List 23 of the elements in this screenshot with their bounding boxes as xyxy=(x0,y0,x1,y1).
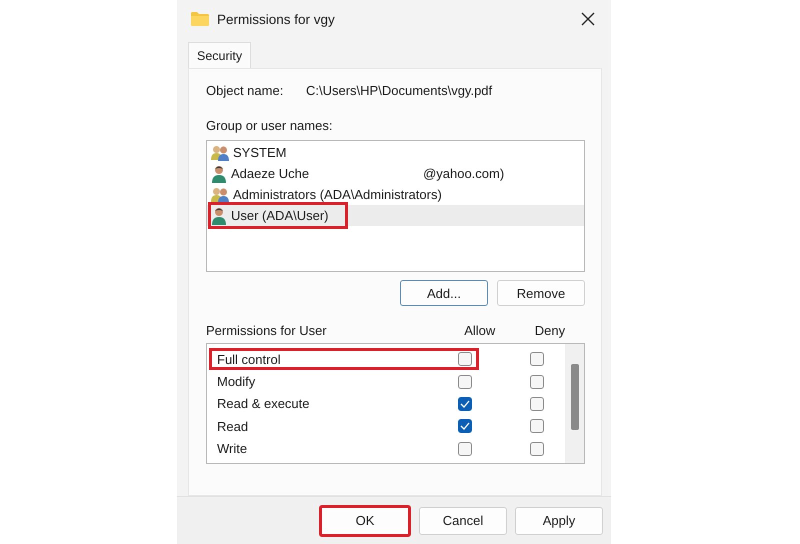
permission-label: Read xyxy=(217,418,250,434)
permission-entry[interactable]: Full control xyxy=(209,348,479,370)
cancel-button[interactable]: Cancel xyxy=(419,506,507,534)
permission-label: Write xyxy=(217,441,248,456)
add-button[interactable]: Add... xyxy=(400,280,488,306)
permission-label: Read & execute xyxy=(217,396,311,412)
column-header: Allow xyxy=(463,323,496,338)
object-name-value: C:\Users\HP\Documents\vgy.pdf xyxy=(306,83,492,98)
user-list-item[interactable]: Administrators (ADA\Administrators) xyxy=(207,184,584,205)
permissions-label: Permissions for User xyxy=(206,323,328,338)
ok-button[interactable]: OK xyxy=(319,504,411,536)
security-tab[interactable]: Security xyxy=(188,42,252,68)
user-list-item[interactable]: Adaeze Uche @yahoo.com) xyxy=(207,163,584,184)
window-title: Permissions for vgy xyxy=(217,12,336,26)
user-list-item[interactable]: User (ADA\User) xyxy=(207,205,584,226)
permission-label: Full control xyxy=(217,352,282,367)
user-list-item[interactable]: SYSTEM xyxy=(207,142,584,163)
group-list-label: Group or user names: xyxy=(206,118,334,133)
apply-button[interactable]: Apply xyxy=(515,506,603,534)
permission-label: Modify xyxy=(217,374,256,390)
object-name-label: Object name: xyxy=(206,83,284,98)
remove-button[interactable]: Remove xyxy=(497,280,585,306)
column-header: Deny xyxy=(534,323,566,338)
